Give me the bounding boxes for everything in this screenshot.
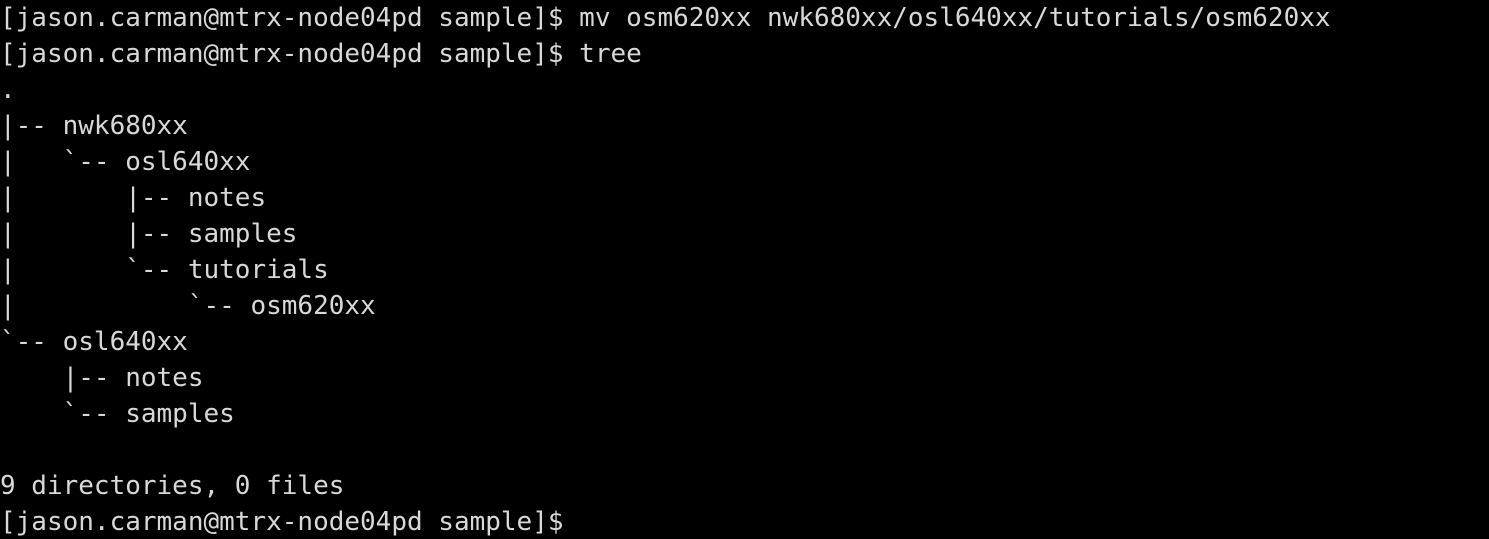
tree-entry-notes-root: |-- notes [0, 363, 204, 393]
terminal-line-command-mv: [jason.carman@mtrx-node04pd sample]$ mv … [0, 3, 1331, 33]
terminal-prompt-current[interactable]: [jason.carman@mtrx-node04pd sample]$ [0, 504, 1489, 539]
tree-entry-tutorials: | `-- tutorials [0, 255, 329, 285]
tree-entry-nwk680xx: |-- nwk680xx [0, 111, 188, 141]
tree-entry-osl640xx-root: `-- osl640xx [0, 327, 188, 357]
tree-summary-line: 9 directories, 0 files [0, 471, 345, 501]
terminal-line-command-tree: [jason.carman@mtrx-node04pd sample]$ tre… [0, 39, 642, 69]
tree-entry-osm620xx: | `-- osm620xx [0, 291, 376, 321]
tree-entry-samples-root: `-- samples [0, 399, 235, 429]
tree-entry-notes-nested: | |-- notes [0, 183, 267, 213]
tree-entry-samples-nested: | |-- samples [0, 219, 298, 249]
terminal-screen[interactable]: [jason.carman@mtrx-node04pd sample]$ mv … [0, 0, 1489, 539]
tree-root-line: . [0, 75, 16, 105]
tree-entry-osl640xx-nested: | `-- osl640xx [0, 147, 251, 177]
